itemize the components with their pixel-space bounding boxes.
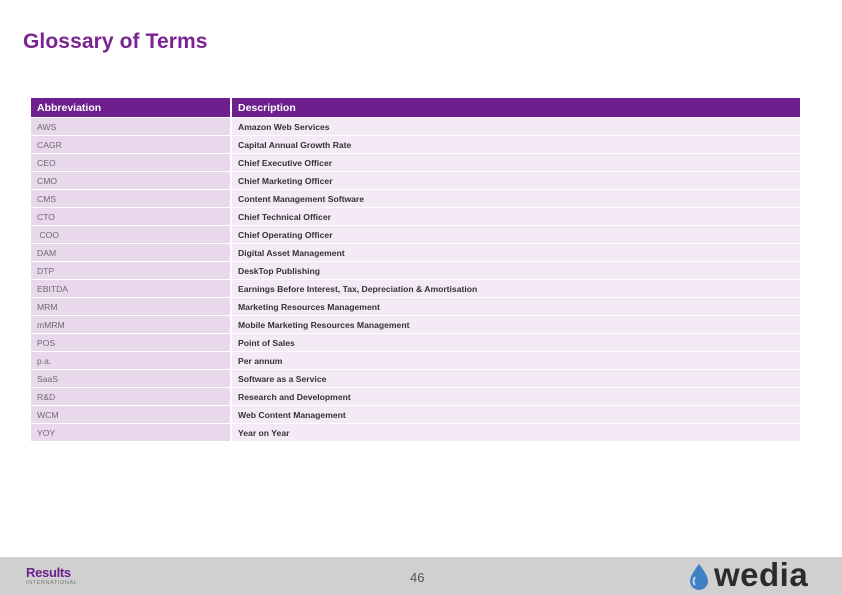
description-cell: Capital Annual Growth Rate <box>232 135 800 153</box>
column-header-description: Description <box>232 98 800 117</box>
abbreviation-cell: AWS <box>31 117 232 135</box>
description-cell: Chief Marketing Officer <box>232 171 800 189</box>
description-cell: Chief Operating Officer <box>232 225 800 243</box>
abbreviation-cell: YOY <box>31 423 232 441</box>
table-row: CAGR Capital Annual Growth Rate <box>31 135 800 153</box>
abbreviation-cell: CAGR <box>31 135 232 153</box>
abbreviation-cell: POS <box>31 333 232 351</box>
table-row: MRM Marketing Resources Management <box>31 297 800 315</box>
abbreviation-cell: R&D <box>31 387 232 405</box>
table-row: SaaS Software as a Service <box>31 369 800 387</box>
abbreviation-cell: WCM <box>31 405 232 423</box>
abbreviation-cell: CMS <box>31 189 232 207</box>
description-cell: Software as a Service <box>232 369 800 387</box>
table-row: CEO Chief Executive Officer <box>31 153 800 171</box>
table-row: CMS Content Management Software <box>31 189 800 207</box>
abbreviation-cell: CMO <box>31 171 232 189</box>
table-row: p.a. Per annum <box>31 351 800 369</box>
water-drop-icon <box>690 564 708 590</box>
table-row: CMO Chief Marketing Officer <box>31 171 800 189</box>
glossary-table-body: AWS Amazon Web Services CAGR Capital Annual… <box>31 117 800 441</box>
footer-bar: Results INTERNATIONAL 46 wedia <box>0 556 842 595</box>
description-cell: DeskTop Publishing <box>232 261 800 279</box>
table-row: EBITDA Earnings Before Interest, Tax, Dep… <box>31 279 800 297</box>
page-title: Glossary of Terms <box>23 30 208 53</box>
description-cell: Chief Technical Officer <box>232 207 800 225</box>
description-cell: Per annum <box>232 351 800 369</box>
table-row: YOY Year on Year <box>31 423 800 441</box>
description-cell: Amazon Web Services <box>232 117 800 135</box>
description-cell: Research and Development <box>232 387 800 405</box>
table-row: R&D Research and Development <box>31 387 800 405</box>
table-row: AWS Amazon Web Services <box>31 117 800 135</box>
description-cell: Chief Executive Officer <box>232 153 800 171</box>
glossary-table: Abbreviation Description AWS Amazon Web S… <box>31 98 800 441</box>
results-international-logo-subtitle: INTERNATIONAL <box>26 580 78 586</box>
wedia-logo: wedia <box>684 556 834 595</box>
table-row: mMRM Mobile Marketing Resources Managemen… <box>31 315 800 333</box>
abbreviation-cell: mMRM <box>31 315 232 333</box>
table-header-row: Abbreviation Description <box>31 98 800 117</box>
abbreviation-cell: SaaS <box>31 369 232 387</box>
table-row: WCM Web Content Management <box>31 405 800 423</box>
wedia-logo-text: wedia <box>714 556 809 593</box>
page-number: 46 <box>410 570 425 585</box>
description-cell: Year on Year <box>232 423 800 441</box>
abbreviation-cell: CTO <box>31 207 232 225</box>
results-international-logo: Results <box>26 565 71 580</box>
table-row: COO Chief Operating Officer <box>31 225 800 243</box>
table-row: DAM Digital Asset Management <box>31 243 800 261</box>
table-row: DTP DeskTop Publishing <box>31 261 800 279</box>
table-row: POS Point of Sales <box>31 333 800 351</box>
description-cell: Earnings Before Interest, Tax, Depreciat… <box>232 279 800 297</box>
abbreviation-cell: DTP <box>31 261 232 279</box>
abbreviation-cell: p.a. <box>31 351 232 369</box>
abbreviation-cell: MRM <box>31 297 232 315</box>
description-cell: Web Content Management <box>232 405 800 423</box>
abbreviation-cell: CEO <box>31 153 232 171</box>
column-header-abbreviation: Abbreviation <box>31 98 232 117</box>
description-cell: Digital Asset Management <box>232 243 800 261</box>
description-cell: Content Management Software <box>232 189 800 207</box>
abbreviation-cell: COO <box>31 225 232 243</box>
abbreviation-cell: EBITDA <box>31 279 232 297</box>
abbreviation-cell: DAM <box>31 243 232 261</box>
description-cell: Mobile Marketing Resources Management <box>232 315 800 333</box>
description-cell: Point of Sales <box>232 333 800 351</box>
description-cell: Marketing Resources Management <box>232 297 800 315</box>
table-row: CTO Chief Technical Officer <box>31 207 800 225</box>
